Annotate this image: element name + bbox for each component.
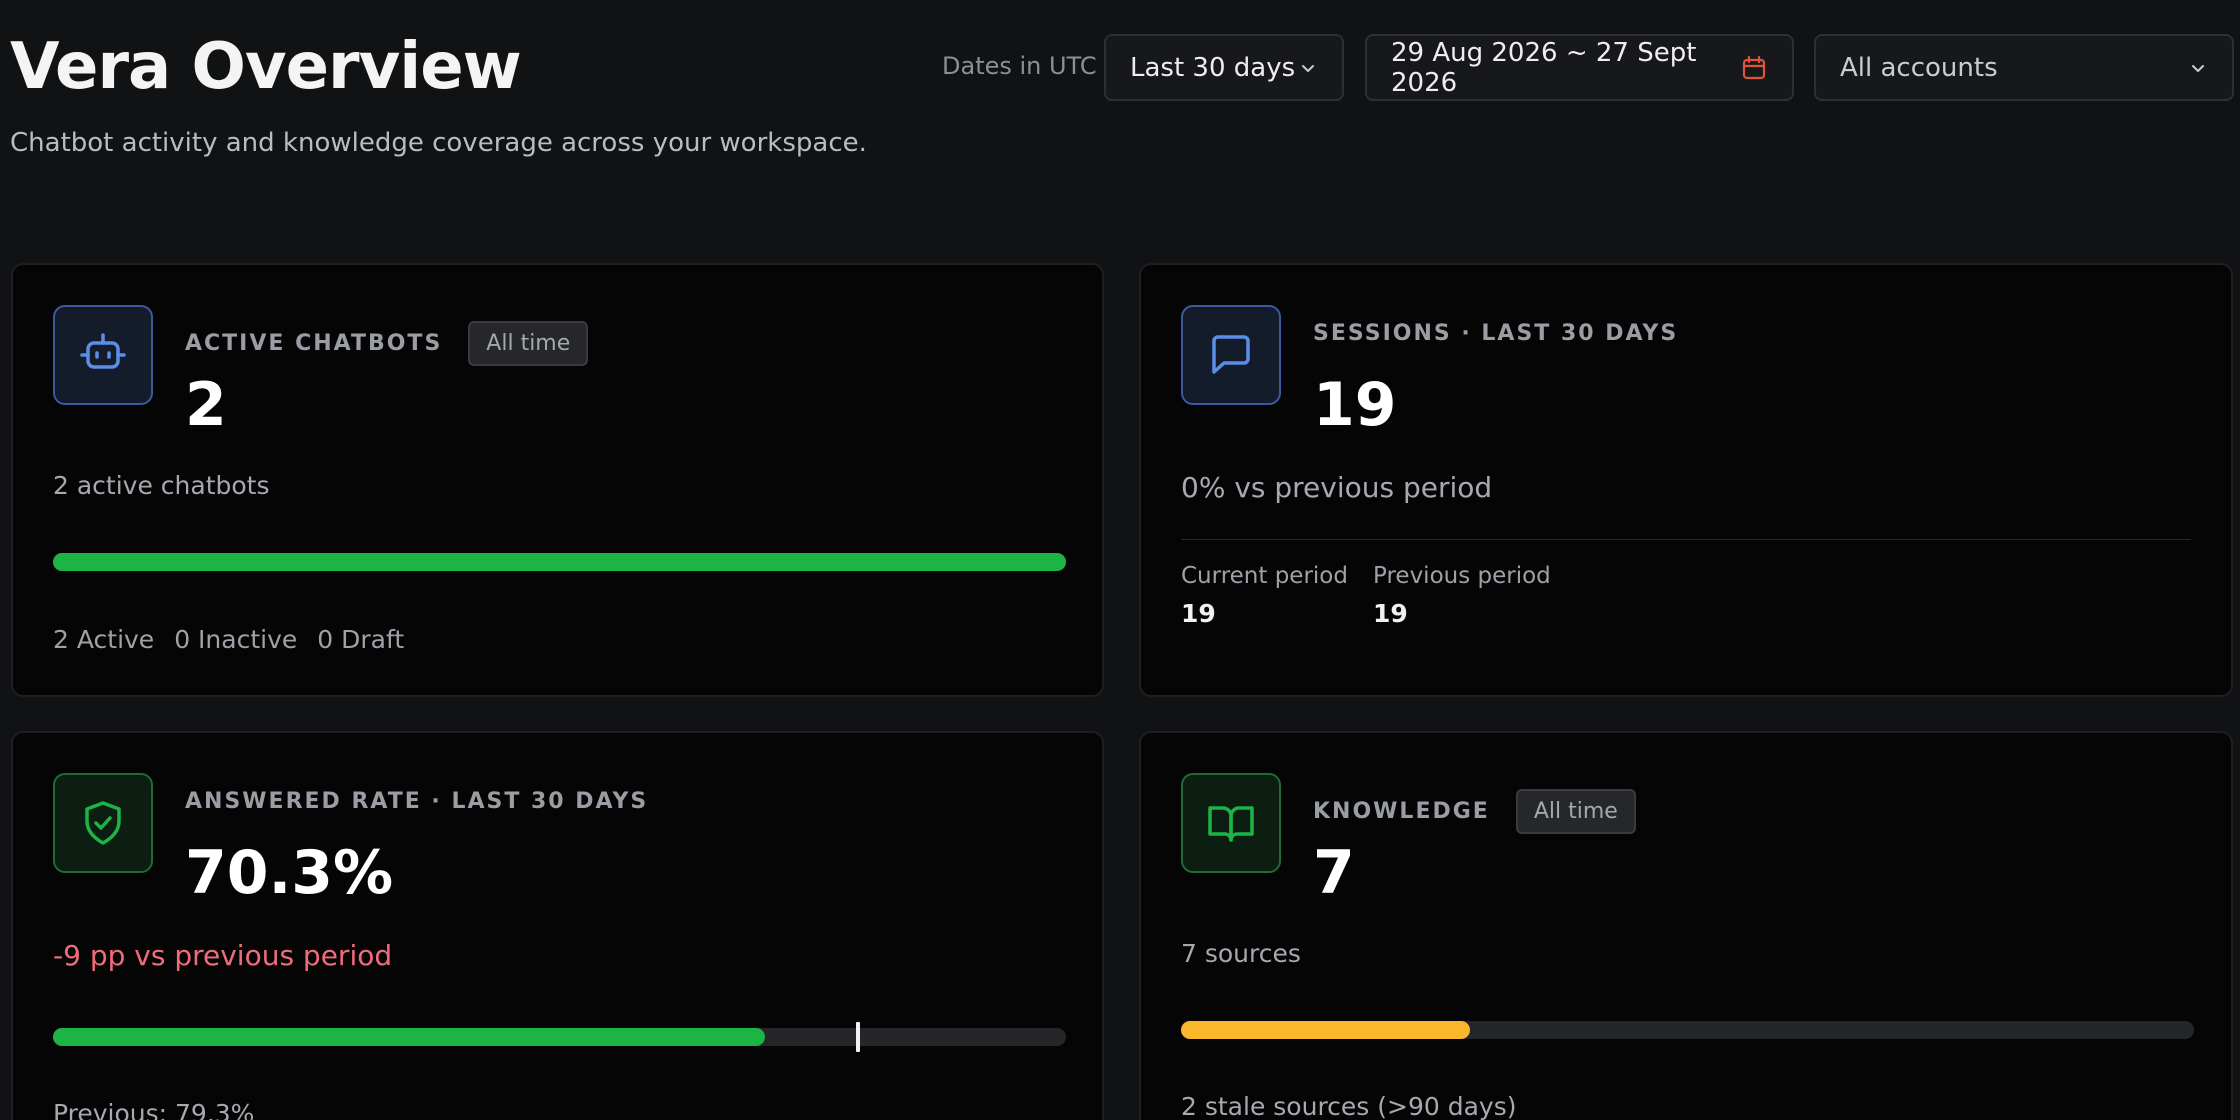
active-chatbots-value: 2 <box>185 370 227 440</box>
previous-period-value: 19 <box>1373 599 1408 628</box>
answered-rate-card: ANSWERED RATE · LAST 30 DAYS 70.3% -9 pp… <box>11 731 1104 1120</box>
card-label: SESSIONS · LAST 30 DAYS <box>1313 321 1678 346</box>
previous-rate-marker <box>856 1022 861 1052</box>
active-chatbots-card: ACTIVE CHATBOTS All time 2 2 active chat… <box>11 263 1104 697</box>
dashboard-page: Vera Overview Chatbot activity and knowl… <box>0 0 2240 1120</box>
account-select-value: All accounts <box>1840 52 1998 83</box>
sessions-change: 0% vs previous period <box>1181 471 1493 504</box>
previous-period-label: Previous period <box>1373 563 1551 589</box>
sessions-value: 19 <box>1313 370 1397 440</box>
page-subtitle: Chatbot activity and knowledge coverage … <box>10 128 867 158</box>
sessions-label: SESSIONS · LAST 30 DAYS <box>1313 321 1679 346</box>
stale-sources-progress <box>1181 1021 2194 1039</box>
card-label: ACTIVE CHATBOTS All time <box>185 321 589 366</box>
range-select-value: Last 30 days <box>1130 52 1296 83</box>
previous-rate-text: Previous: 79.3% <box>53 1099 255 1120</box>
stale-sources-text: 2 stale sources (>90 days) <box>1181 1092 1517 1120</box>
knowledge-label: KNOWLEDGE <box>1313 799 1490 824</box>
message-icon <box>1181 305 1281 405</box>
knowledge-card: KNOWLEDGE All time 7 7 sources 2 stale s… <box>1139 731 2233 1120</box>
divider <box>1181 539 2191 540</box>
current-period-value: 19 <box>1181 599 1216 628</box>
current-period-label: Current period <box>1181 563 1348 589</box>
answered-rate-value: 70.3% <box>185 838 394 908</box>
stat-inactive: 0 Inactive <box>174 625 298 654</box>
card-label: ANSWERED RATE · LAST 30 DAYS <box>185 789 648 814</box>
date-range-picker[interactable]: 29 Aug 2026 ~ 27 Sept 2026 <box>1365 34 1794 101</box>
stat-draft: 0 Draft <box>317 625 405 654</box>
all-time-badge: All time <box>468 321 589 366</box>
active-chatbots-progress-fill <box>53 553 1066 571</box>
sessions-card: SESSIONS · LAST 30 DAYS 19 0% vs previou… <box>1139 263 2233 697</box>
range-select[interactable]: Last 30 days <box>1104 34 1344 101</box>
account-select[interactable]: All accounts <box>1814 34 2234 101</box>
stale-sources-progress-fill <box>1181 1021 1471 1039</box>
knowledge-value: 7 <box>1313 838 1355 908</box>
dates-timezone-label: Dates in UTC <box>942 52 1097 80</box>
chevron-down-icon <box>1298 58 1318 78</box>
answered-rate-progress-fill <box>53 1028 766 1046</box>
active-chatbots-progress <box>53 553 1066 571</box>
answered-rate-label: ANSWERED RATE · LAST 30 DAYS <box>185 789 649 814</box>
stat-active: 2 Active <box>53 625 155 654</box>
knowledge-description: 7 sources <box>1181 939 1301 968</box>
robot-icon <box>53 305 153 405</box>
active-chatbots-description: 2 active chatbots <box>53 471 270 500</box>
calendar-icon <box>1740 54 1768 82</box>
book-open-icon <box>1181 773 1281 873</box>
active-chatbots-label: ACTIVE CHATBOTS <box>185 331 443 356</box>
page-title: Vera Overview <box>10 30 522 104</box>
previous-period: Previous period 19 <box>1373 563 1551 628</box>
shield-check-icon <box>53 773 153 873</box>
answered-rate-change: -9 pp vs previous period <box>53 939 393 972</box>
all-time-badge: All time <box>1515 789 1636 834</box>
current-period: Current period 19 <box>1181 563 1348 628</box>
card-label: KNOWLEDGE All time <box>1313 789 1636 834</box>
answered-rate-progress <box>53 1022 1066 1052</box>
date-range-value: 29 Aug 2026 ~ 27 Sept 2026 <box>1391 37 1697 98</box>
chevron-down-icon <box>2188 58 2208 78</box>
chatbot-status-stats: 2 Active 0 Inactive 0 Draft <box>53 625 404 654</box>
